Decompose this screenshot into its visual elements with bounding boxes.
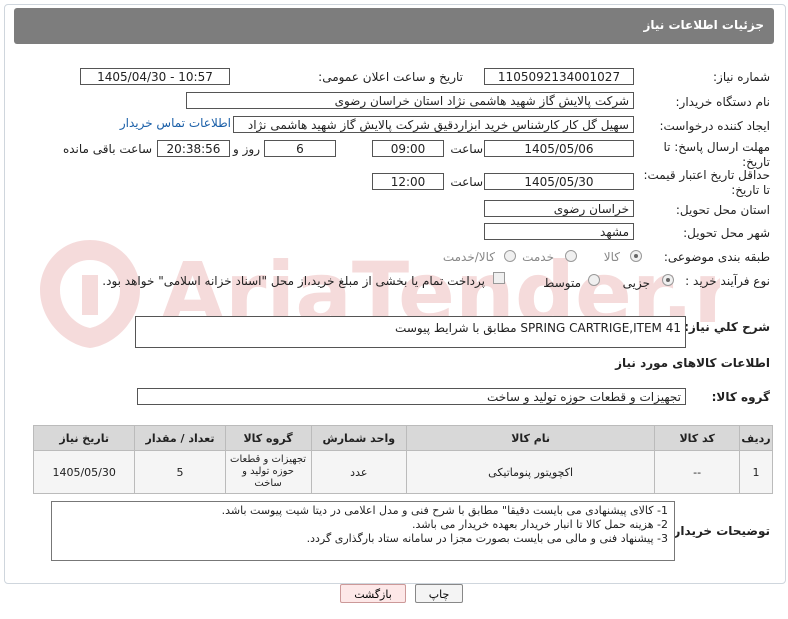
creator-label: ایجاد کننده درخواست: [659,119,770,133]
need-number-field: 1105092134001027 [484,68,634,85]
cell-qty: 5 [134,450,226,494]
col-group: گروه کالا [224,425,312,451]
category-both-radio[interactable] [504,250,516,262]
deadline-time-label: ساعت [450,142,483,156]
goods-table: ردیف کد کالا نام کالا واحد شمارش گروه کا… [32,425,773,494]
buyer-notes-field: 1- کالای پیشنهادی می بایست دقیقا" مطابق … [51,501,675,561]
category-label: طبقه بندی موضوعی: [663,250,770,264]
col-unit: واحد شمارش [310,425,408,451]
cell-name: اکچویتور پنوماتیکی [406,450,656,494]
remaining-time-field: 20:38:56 [157,140,230,157]
announce-label: تاریخ و ساعت اعلان عمومی: [318,70,463,84]
buyer-org-field: شرکت پالایش گاز شهید هاشمی نژاد استان خر… [186,92,634,109]
col-row: ردیف [739,425,773,451]
deadline-label: مهلت ارسال پاسخ: تا تاریخ: [663,140,770,169]
category-goods-radio[interactable] [630,250,642,262]
back-button[interactable]: بازگشت [340,584,406,603]
city-field: مشهد [484,223,634,240]
creator-field: سهیل گل کار کارشناس خرید ابزاردقیق شرکت … [233,116,634,133]
validity-time-field: 12:00 [372,173,444,190]
cell-unit: عدد [310,450,408,494]
buyer-note-line: 3- پیشنهاد فنی و مالی می بایست بصورت مجز… [306,532,668,545]
process-minor-label: جزیی [622,276,650,290]
process-minor-radio[interactable] [662,274,674,286]
description-field: SPRING CARTRIGE,ITEM 41 مطابق با شرایط پ… [135,316,686,348]
buyer-notes-label: توضیحات خریدار: [668,524,770,538]
buyer-contact-link[interactable]: اطلاعات تماس خریدار [120,116,231,130]
city-label: شهر محل تحویل: [683,226,770,240]
deadline-date-field: 1405/05/06 [484,140,634,157]
description-label: شرح کلي نياز: [684,320,770,334]
remaining-label: ساعت باقی مانده [62,142,152,156]
process-medium-label: متوسط [543,276,581,290]
page-header: جزئیات اطلاعات نیاز [14,8,774,44]
page-title: جزئیات اطلاعات نیاز [643,18,764,32]
buyer-note-line: 1- کالای پیشنهادی می بایست دقیقا" مطابق … [221,504,668,517]
buyer-org-label: نام دستگاه خریدار: [675,95,771,109]
col-code: کد کالا [654,425,741,451]
buyer-note-line: 2- هزینه حمل کالا تا انبار خریدار بعهده … [411,518,668,531]
treasury-payment-note: پرداخت تمام یا بخشی از مبلغ خرید،از محل … [102,274,485,288]
validity-label: حداقل تاریخ اعتبار قیمت: تا تاریخ: [643,168,770,197]
cell-row: 1 [739,450,773,494]
table-row: 1 -- اکچویتور پنوماتیکی عدد تجهیزات و قط… [32,450,773,494]
validity-date-field: 1405/05/30 [484,173,634,190]
col-qty: تعداد / مقدار [134,425,226,451]
cell-date: 1405/05/30 [32,450,136,494]
days-label: روز و [233,142,260,156]
process-medium-radio[interactable] [588,274,600,286]
category-goods-label: کالا [603,250,620,264]
goods-section-title: اطلاعات کالاهای مورد نیاز [615,356,770,370]
cell-group: تجهیزات و قطعات حوزه تولید و ساخت [224,450,312,494]
province-field: خراسان رضوی [484,200,634,217]
deadline-time-field: 09:00 [372,140,444,157]
goods-group-field: تجهیزات و قطعات حوزه تولید و ساخت [137,388,686,405]
need-number-label: شماره نیاز: [713,70,770,84]
treasury-payment-checkbox[interactable] [493,272,505,284]
process-label: نوع فرآیند خرید : [685,274,770,288]
category-service-radio[interactable] [565,250,577,262]
cell-code: -- [654,450,741,494]
category-service-label: خدمت [522,250,554,264]
announce-date-field: 1405/04/30 - 10:57 [80,68,230,85]
details-panel [4,4,786,584]
goods-table-header: ردیف کد کالا نام کالا واحد شمارش گروه کا… [32,425,773,451]
category-both-label: کالا/خدمت [442,250,495,264]
print-button[interactable]: چاپ [415,584,463,603]
days-remaining-field: 6 [264,140,336,157]
validity-time-label: ساعت [450,175,483,189]
goods-group-label: گروه کالا: [711,390,770,404]
col-date: تاریخ نیاز [32,425,136,451]
col-name: نام کالا [406,425,656,451]
province-label: استان محل تحویل: [675,203,770,217]
